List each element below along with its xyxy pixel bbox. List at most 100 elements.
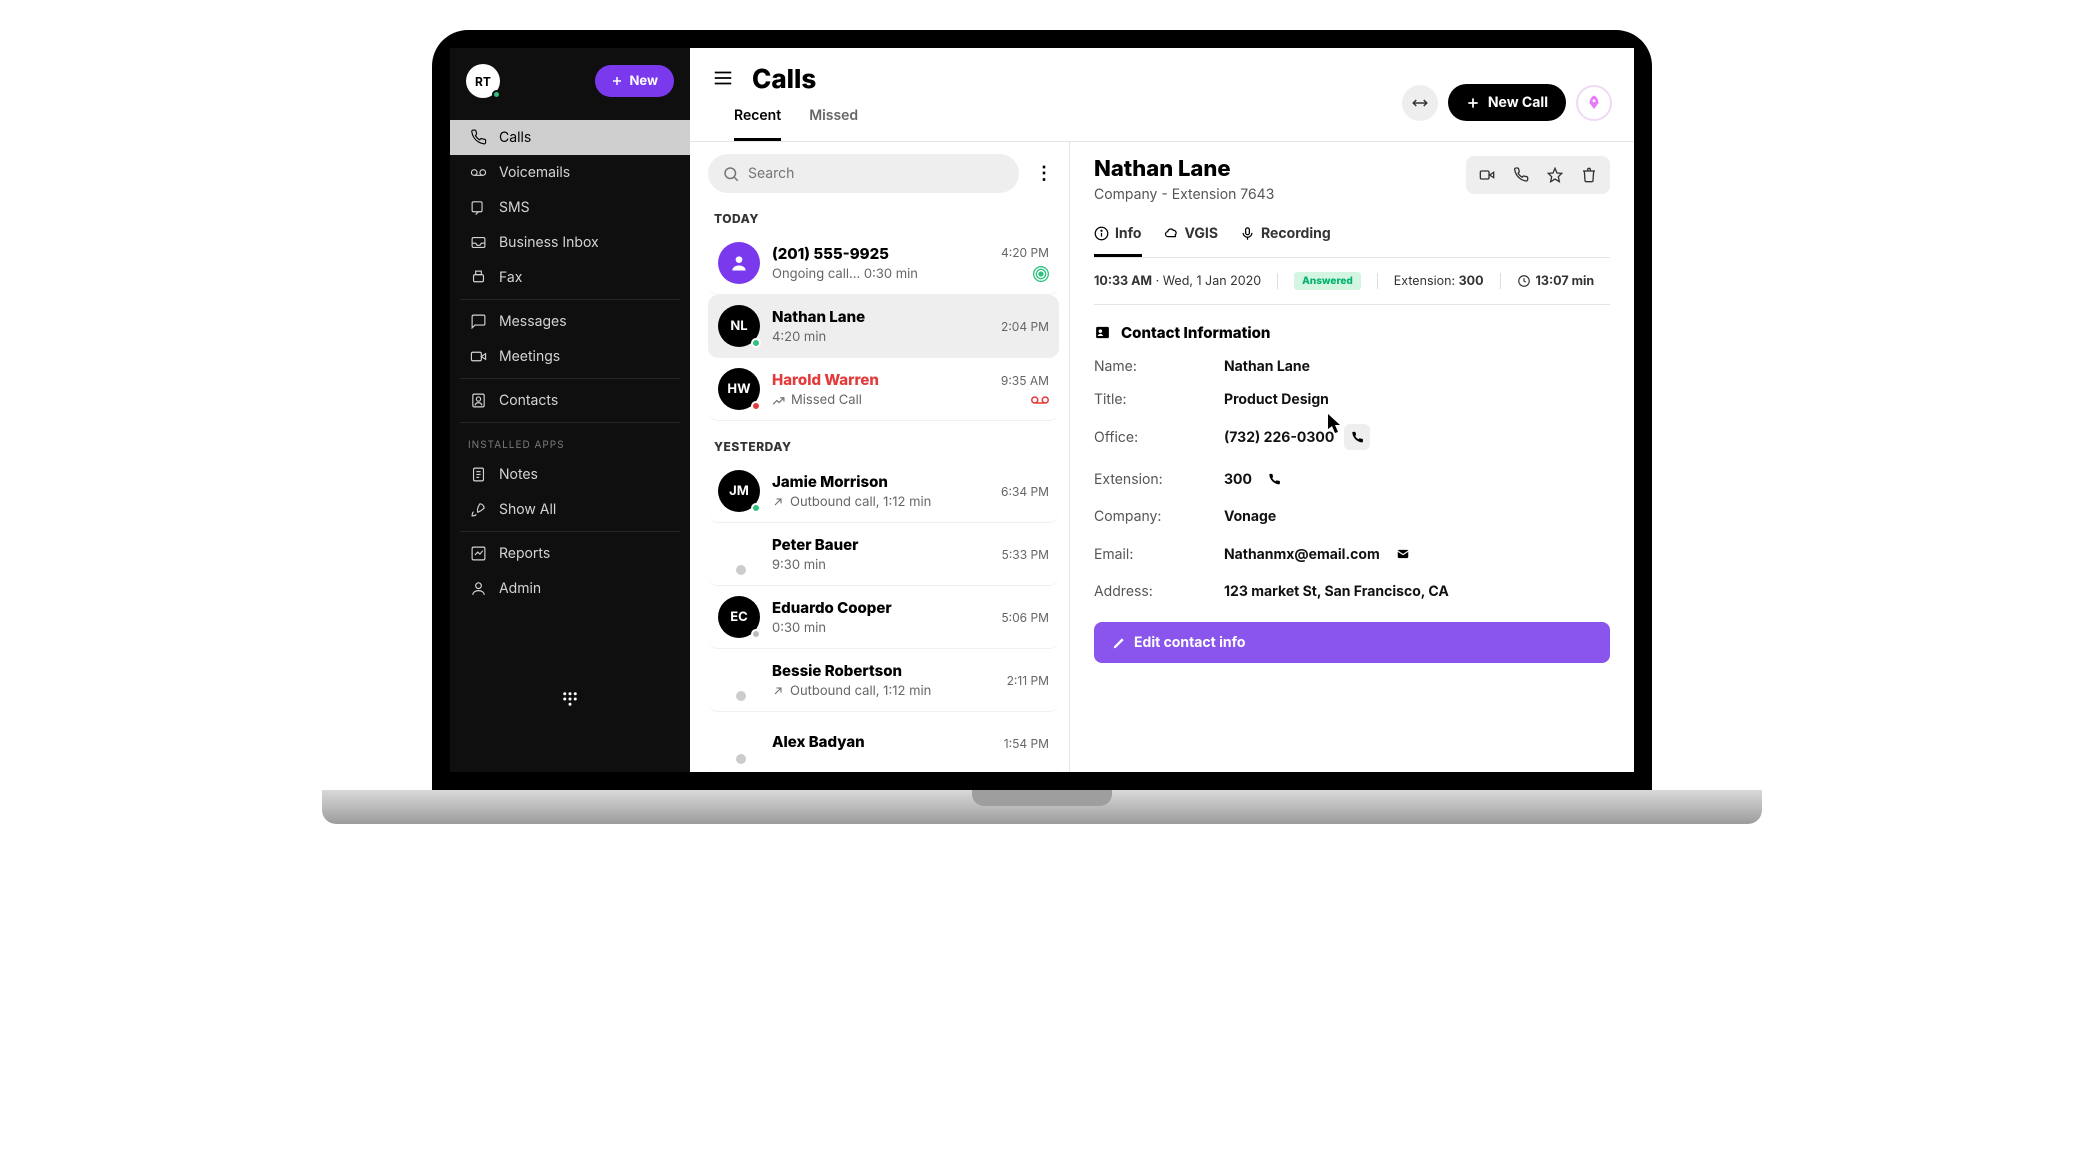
nav-group-contacts: Contacts	[460, 379, 680, 423]
transfer-button[interactable]	[1402, 85, 1438, 121]
action-delete[interactable]	[1572, 160, 1606, 190]
list-more-button[interactable]: ⋮	[1029, 168, 1059, 180]
status-dot-icon	[736, 691, 746, 701]
call-meta: 5:06 PM	[1001, 610, 1049, 625]
call-body: Nathan Lane4:20 min	[772, 307, 989, 345]
call-avatar	[718, 242, 760, 284]
call-body: (201) 555-9925 Ongoing call... 0:30 min	[772, 244, 989, 282]
page-title: Calls	[752, 64, 816, 95]
person-icon	[729, 253, 749, 273]
plus-icon	[1466, 96, 1480, 110]
call-sub: Ongoing call... 0:30 min	[772, 266, 989, 282]
call-time: 5:06 PM	[1001, 610, 1049, 625]
call-time: 1:54 PM	[1004, 736, 1049, 751]
edit-contact-button[interactable]: Edit contact info	[1094, 622, 1610, 663]
nav-label: Contacts	[499, 392, 558, 409]
call-body: Bessie RobertsonOutbound call, 1:12 min	[772, 661, 995, 699]
user-avatar[interactable]: RT	[466, 64, 500, 98]
nav-label: Business Inbox	[499, 234, 599, 251]
call-avatar	[718, 659, 760, 701]
call-list-pane: ⋮ TODAY (201) 555-9925 Ongoing call... 0:…	[690, 142, 1070, 772]
call-name: Jamie Morrison	[772, 472, 989, 491]
call-meta: 9:35 AM	[1001, 373, 1049, 406]
call-extension-button[interactable]	[1262, 466, 1288, 492]
nav-item-contacts[interactable]: Contacts	[460, 383, 680, 418]
missed-call-icon	[772, 394, 785, 407]
rocket-icon	[1585, 94, 1603, 112]
call-office-button[interactable]	[1344, 424, 1370, 450]
nav-item-calls[interactable]: Calls	[450, 120, 690, 155]
action-star[interactable]	[1538, 160, 1572, 190]
contact-info-header: Contact Information	[1094, 323, 1610, 342]
nav-group-admin: Reports Admin	[460, 532, 680, 610]
detail-tab-vgis[interactable]: VGIS	[1164, 215, 1219, 257]
call-avatar: EC	[718, 596, 760, 638]
voicemail-icon	[470, 164, 487, 181]
main: Calls Recent Missed New Call	[690, 48, 1634, 772]
call-avatar	[718, 722, 760, 764]
dialpad-button[interactable]	[561, 690, 579, 712]
call-row[interactable]: (201) 555-9925Ongoing call... 0:30 min4:…	[708, 232, 1059, 295]
meta-duration: 13:07 min	[1536, 274, 1595, 289]
detail-tab-recording[interactable]: Recording	[1240, 215, 1331, 257]
nav-item-sms[interactable]: SMS	[460, 190, 680, 225]
hamburger-icon	[712, 67, 734, 89]
call-row[interactable]: NLNathan Lane4:20 min2:04 PM	[708, 295, 1059, 358]
call-row[interactable]: Bessie RobertsonOutbound call, 1:12 min2…	[708, 649, 1059, 712]
nav-item-messages[interactable]: Messages	[460, 304, 680, 339]
new-call-button[interactable]: New Call	[1448, 84, 1566, 121]
call-row[interactable]: ECEduardo Cooper0:30 min5:06 PM	[708, 586, 1059, 649]
call-row[interactable]: JMJamie MorrisonOutbound call, 1:12 min6…	[708, 460, 1059, 523]
call-avatar: NL	[718, 305, 760, 347]
contact-card-icon	[1094, 324, 1111, 341]
launch-button[interactable]	[1576, 85, 1612, 121]
nav-item-fax[interactable]: Fax	[460, 260, 680, 295]
nav-item-voicemails[interactable]: Voicemails	[460, 155, 680, 190]
action-video[interactable]	[1470, 160, 1504, 190]
tab-missed[interactable]: Missed	[809, 95, 858, 141]
call-time: 6:34 PM	[1001, 484, 1049, 499]
ci-company: Company:Vonage	[1094, 500, 1610, 533]
call-name: (201) 555-9925	[772, 244, 989, 263]
nav-item-show-all[interactable]: Show All	[460, 492, 680, 527]
plus-icon	[611, 75, 623, 87]
meta-ext: 300	[1459, 274, 1484, 289]
call-sub: Outbound call, 1:12 min	[772, 494, 989, 510]
nav-label: Messages	[499, 313, 567, 330]
notes-icon	[470, 466, 487, 483]
new-button[interactable]: New	[595, 65, 674, 97]
nav-label: Calls	[499, 129, 531, 146]
call-body: Harold WarrenMissed Call	[772, 370, 989, 408]
status-dot-icon	[736, 565, 746, 575]
inbox-icon	[470, 234, 487, 251]
main-header: Calls Recent Missed New Call	[690, 48, 1634, 142]
contacts-icon	[470, 392, 487, 409]
admin-icon	[470, 580, 487, 597]
call-row[interactable]: Peter Bauer9:30 min5:33 PM	[708, 523, 1059, 586]
send-email-button[interactable]	[1390, 541, 1416, 567]
action-call[interactable]	[1504, 160, 1538, 190]
call-row[interactable]: HWHarold WarrenMissed Call9:35 AM	[708, 358, 1059, 421]
nav-item-reports[interactable]: Reports	[460, 536, 680, 571]
nav-item-business-inbox[interactable]: Business Inbox	[460, 225, 680, 260]
nav-item-admin[interactable]: Admin	[460, 571, 680, 606]
section-today: TODAY	[708, 193, 1059, 232]
menu-toggle[interactable]	[712, 67, 734, 93]
nav-item-notes[interactable]: Notes	[460, 457, 680, 492]
nav-label: Voicemails	[499, 164, 570, 181]
detail-name: Nathan Lane	[1094, 156, 1466, 182]
nav-item-meetings[interactable]: Meetings	[460, 339, 680, 374]
sms-icon	[470, 199, 487, 216]
detail-tab-info[interactable]: Info	[1094, 215, 1142, 257]
messages-icon	[470, 313, 487, 330]
call-body: Jamie Morrison Outbound call, 1:12 min	[772, 472, 989, 510]
call-name: Nathan Lane	[772, 307, 989, 326]
call-meta: 10:33 AM · Wed, 1 Jan 2020 Answered Exte…	[1094, 258, 1610, 305]
search-input[interactable]	[708, 154, 1019, 193]
presence-dot-icon	[751, 401, 761, 411]
tab-recent[interactable]: Recent	[734, 95, 781, 141]
presence-dot-icon	[492, 90, 501, 99]
rocket-icon	[470, 501, 487, 518]
main-tabs: Recent Missed	[712, 95, 880, 141]
call-row[interactable]: Alex Badyan1:54 PM	[708, 712, 1059, 772]
